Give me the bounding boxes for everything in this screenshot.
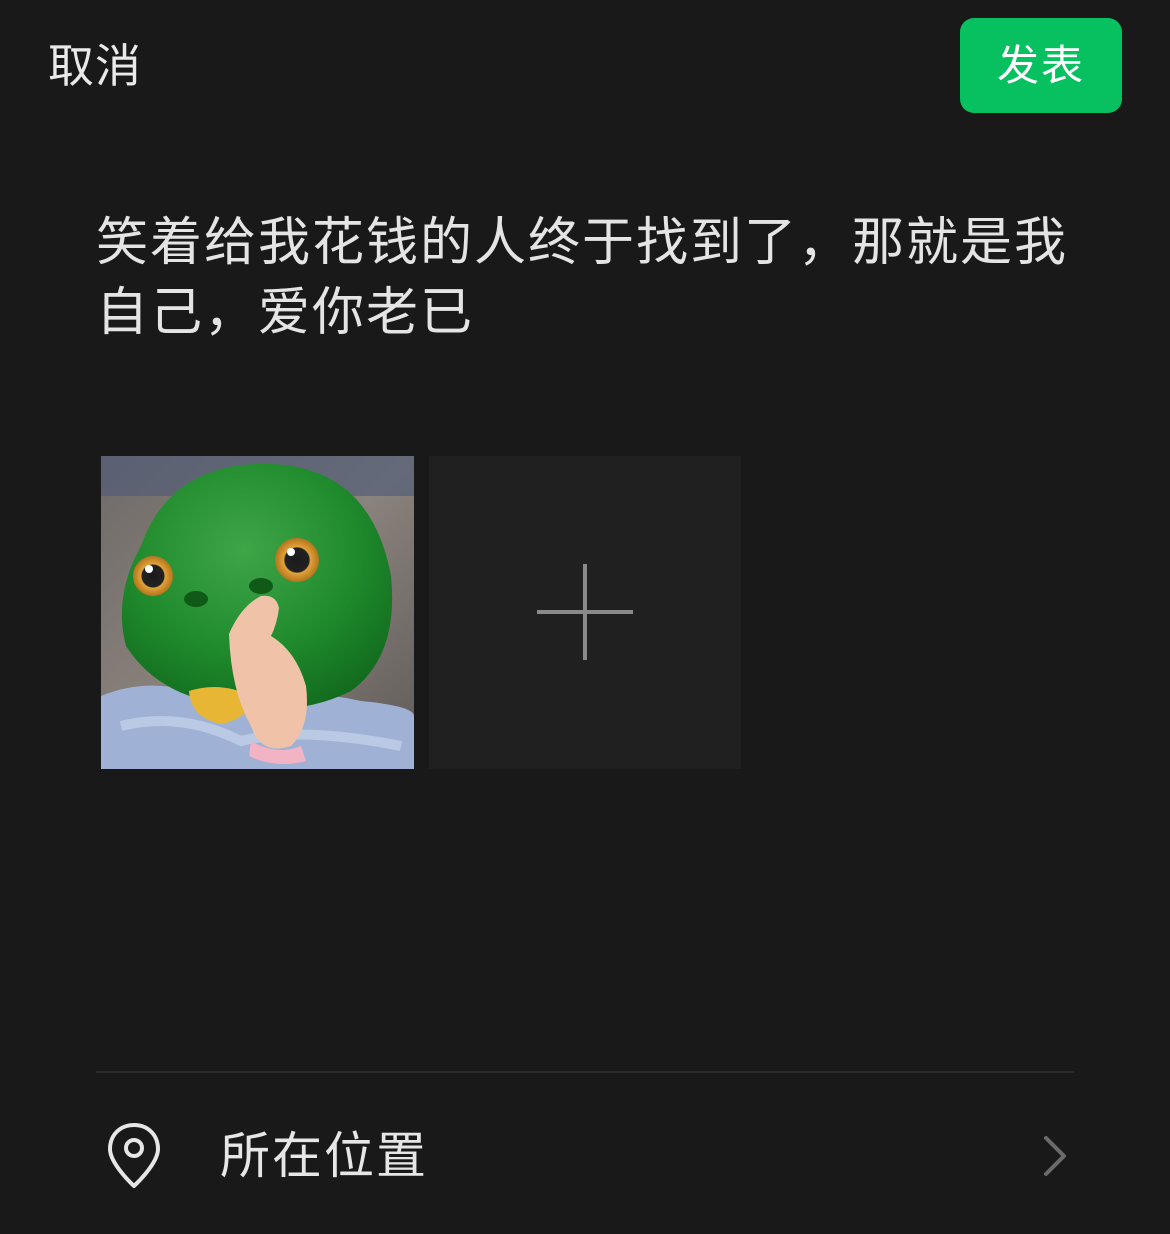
location-label: 所在位置 <box>220 1127 428 1185</box>
location-pin-icon <box>108 1123 160 1188</box>
photo-thumbnail[interactable] <box>101 456 414 769</box>
cancel-button[interactable]: 取消 <box>48 34 142 98</box>
post-text-input[interactable]: 笑着给我花钱的人终于找到了，那就是我自己，爱你老已 <box>96 208 1086 348</box>
publish-button[interactable]: 发表 <box>960 18 1122 113</box>
fish-mask-image <box>101 456 414 769</box>
location-row[interactable]: 所在位置 <box>96 1090 1074 1220</box>
chevron-right-icon <box>1044 1136 1066 1176</box>
add-photo-button[interactable] <box>429 456 741 769</box>
divider <box>96 1071 1074 1073</box>
top-bar: 取消 发表 <box>0 0 1170 130</box>
photo-grid <box>101 456 741 769</box>
plus-icon <box>537 564 633 660</box>
